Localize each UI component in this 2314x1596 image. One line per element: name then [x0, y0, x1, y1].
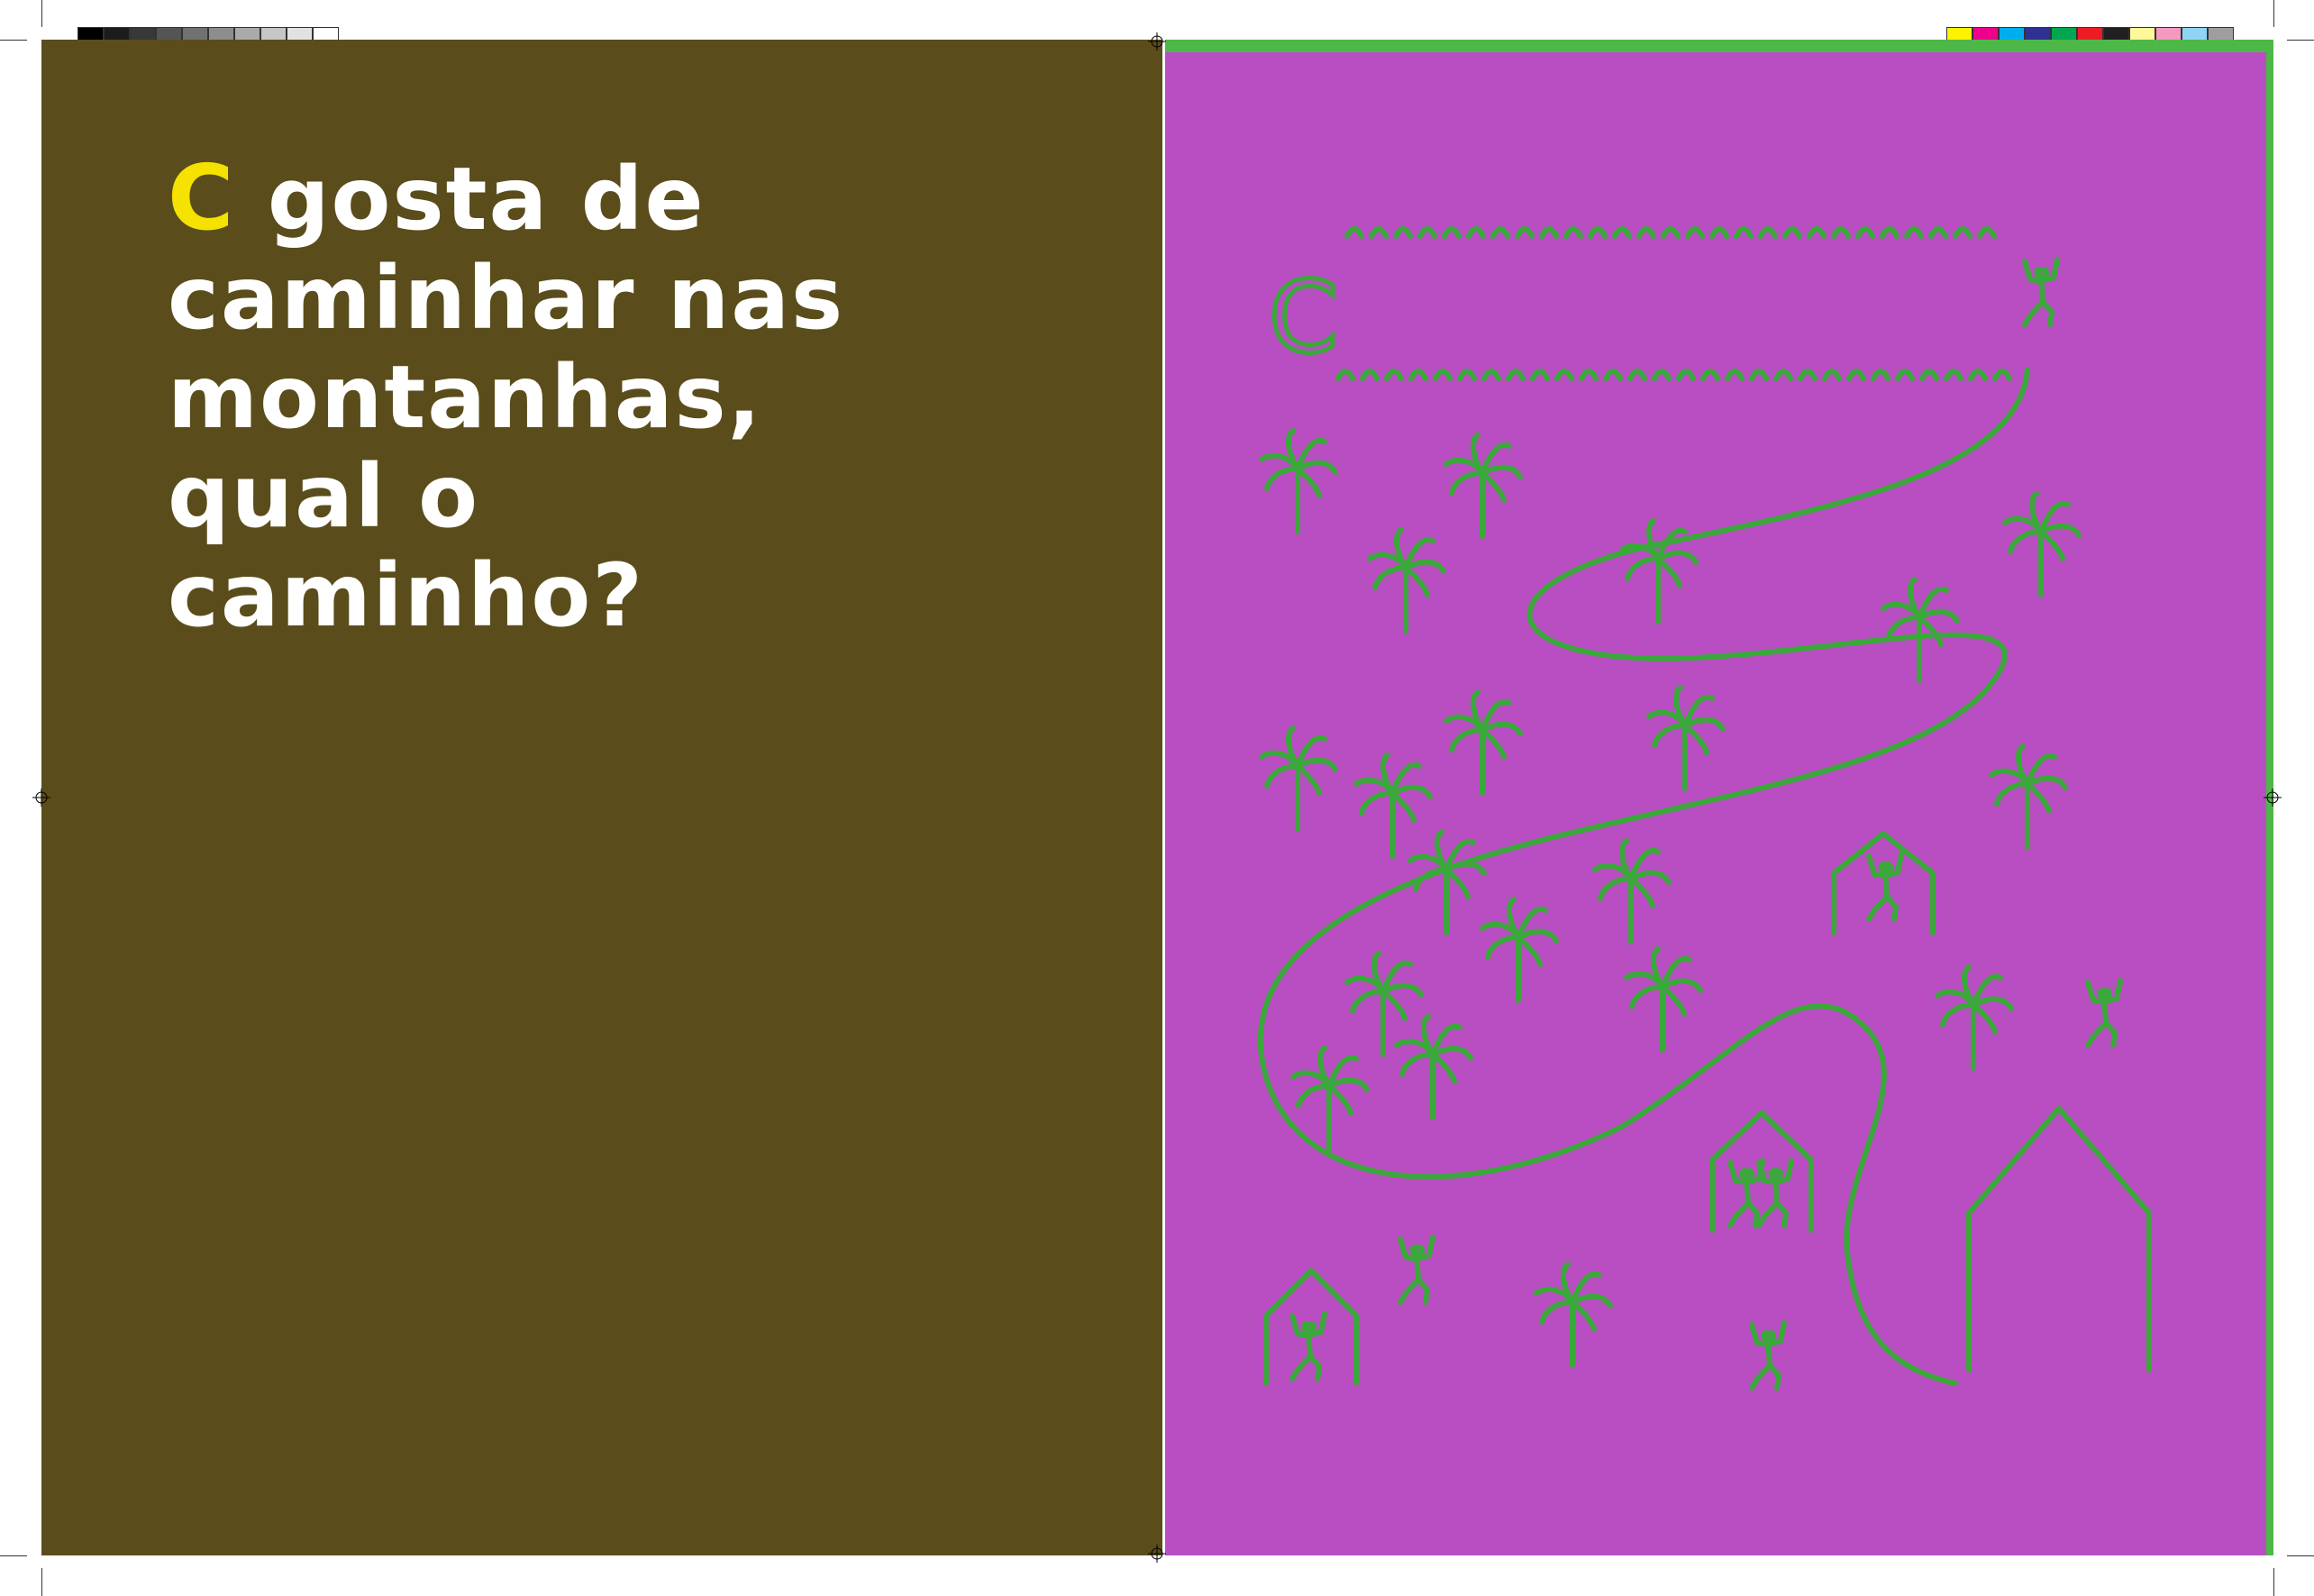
palm-tree-icon — [1595, 841, 1669, 942]
crop-mark — [2273, 1568, 2274, 1596]
palm-tree-icon — [1626, 949, 1700, 1050]
palm-tree-icon — [1410, 832, 1484, 933]
crop-mark — [0, 40, 27, 41]
registration-mark-icon — [1148, 32, 1166, 50]
palm-tree-icon — [1937, 967, 2011, 1068]
person-icon — [1759, 1161, 1791, 1226]
palm-tree-icon — [1397, 1017, 1471, 1117]
palm-tree-icon — [1446, 435, 1520, 536]
mountain-row — [1344, 226, 1997, 239]
crop-mark — [41, 1568, 42, 1596]
house-icon — [1966, 1106, 2152, 1373]
palm-tree-icon — [1883, 579, 1957, 680]
palm-tree-icon — [1536, 1264, 1610, 1365]
mountain-row — [1335, 369, 2012, 381]
person-icon — [1400, 1237, 1433, 1302]
palm-tree-icon — [2005, 494, 2079, 595]
person-icon — [1292, 1314, 1325, 1379]
palm-tree-icon — [1622, 521, 1696, 622]
palm-tree-icon — [1262, 728, 1335, 829]
crop-mark — [41, 0, 42, 27]
registration-mark-icon — [32, 789, 50, 807]
palm-tree-icon — [1356, 755, 1430, 856]
person-icon — [2025, 260, 2057, 324]
illustration: C — [1257, 226, 2152, 1596]
crop-mark — [2273, 0, 2274, 27]
person-icon — [1869, 854, 1901, 919]
palm-tree-icon — [1991, 746, 2065, 847]
person-icon — [1752, 1323, 1784, 1388]
palm-tree-icon — [1446, 692, 1520, 793]
crop-mark — [2287, 40, 2314, 41]
palm-tree-icon — [1262, 431, 1335, 532]
crop-mark — [2287, 1555, 2314, 1556]
palm-tree-icon — [1370, 530, 1444, 631]
palm-tree-icon — [1649, 688, 1723, 789]
start-letter: C — [1269, 260, 1338, 375]
registration-mark-icon — [2264, 789, 2282, 807]
registration-mark-icon — [1148, 1545, 1166, 1563]
person-icon — [2088, 980, 2120, 1045]
crop-mark — [0, 1555, 27, 1556]
palm-tree-icon — [1482, 899, 1556, 1000]
person-icon — [1730, 1161, 1763, 1226]
